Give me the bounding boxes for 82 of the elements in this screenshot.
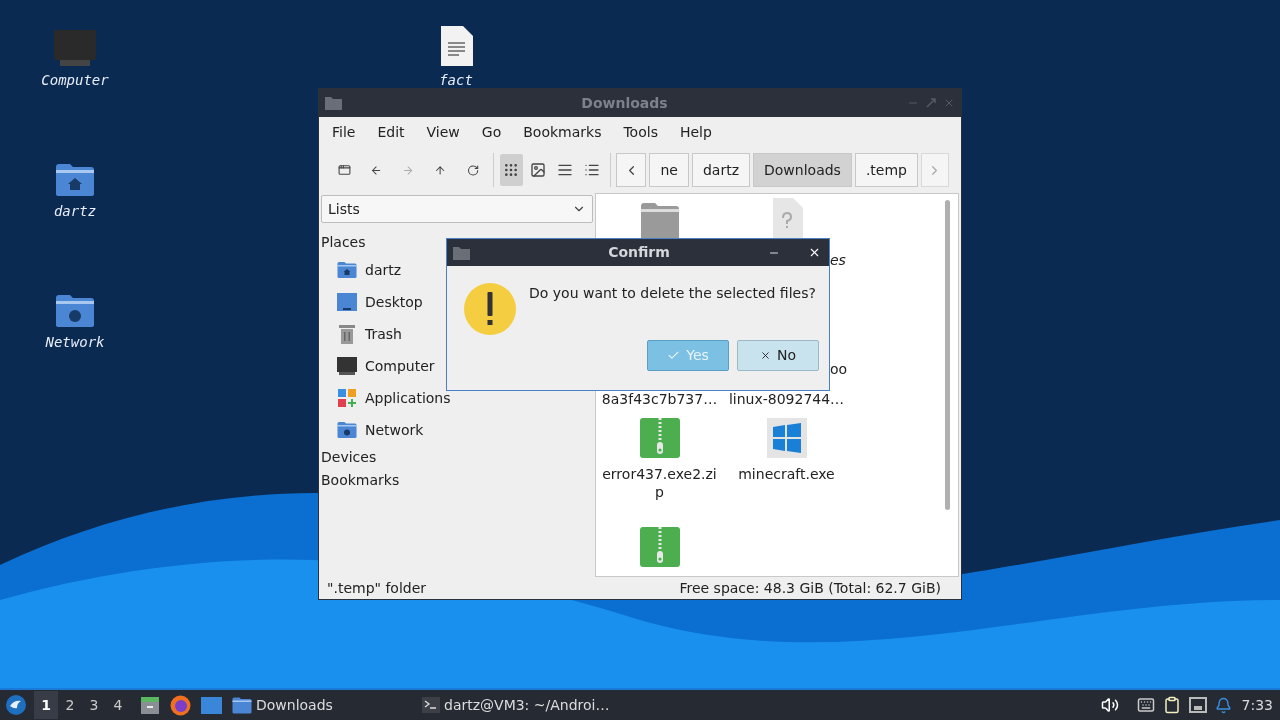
zip-archive-icon [639, 527, 680, 567]
menu-item[interactable]: File [321, 121, 367, 143]
close-icon [943, 97, 955, 109]
network-folder-icon [337, 421, 357, 439]
path-button[interactable]: dartz [691, 153, 750, 187]
place-item[interactable]: dartz [321, 254, 406, 286]
workspace-button[interactable]: 2 [58, 691, 82, 719]
file-name[interactable]: error437.exe2.zip [600, 465, 719, 501]
path-button[interactable]: .temp [854, 153, 918, 187]
taskbar-window-button[interactable]: Downloads [232, 691, 422, 719]
trash-icon [338, 324, 356, 344]
windows-logo-icon [766, 418, 807, 458]
place-item[interactable]: Network [321, 414, 428, 446]
workspace-button[interactable]: 3 [82, 691, 106, 719]
folder-icon [325, 96, 342, 110]
menu-item[interactable]: Go [470, 121, 513, 143]
place-item[interactable]: Trash [321, 318, 406, 350]
lines-icon [557, 162, 574, 178]
check-icon [667, 349, 681, 362]
free-space-text: Free space: 48.3 GiB (Total: 62.7 GiB) [679, 578, 941, 598]
menu-item[interactable]: View [415, 121, 471, 143]
home-folder-icon [55, 163, 95, 197]
desktop-icon-label: fact [439, 72, 473, 88]
menu-item[interactable]: Edit [366, 121, 416, 143]
desktop-icon-label: dartz [53, 203, 97, 219]
place-item[interactable]: Computer [321, 350, 439, 382]
grid-icon [503, 162, 520, 178]
path-button[interactable]: ne [649, 153, 689, 187]
place-item[interactable]: Applications [321, 382, 455, 414]
dialog-message: Do you want to delete the selected files? [529, 284, 817, 303]
zip-archive-icon [639, 418, 680, 458]
clipboard-icon[interactable] [1162, 696, 1181, 714]
section-header[interactable]: Places [321, 231, 366, 254]
file-name: oo [830, 360, 848, 378]
folder-icon [639, 202, 680, 238]
section-header[interactable]: Devices [321, 446, 377, 469]
desktop-icon [337, 293, 357, 311]
network-wired-icon[interactable] [1188, 697, 1207, 713]
window-title: Downloads [580, 93, 669, 113]
file-name[interactable]: linux-8092744… [727, 390, 846, 408]
browser-icon[interactable] [170, 694, 191, 716]
place-item[interactable]: Desktop [321, 286, 427, 318]
notification-icon[interactable] [1214, 696, 1232, 714]
path-button[interactable]: Downloads [753, 153, 852, 187]
file-name[interactable]: minecraft.exe [727, 465, 846, 483]
clock[interactable]: 7:33 [1241, 694, 1273, 716]
document-icon [439, 26, 473, 66]
status-text: ".temp" folder [327, 578, 427, 598]
file-name: es [830, 251, 846, 269]
section-header[interactable]: Bookmarks [321, 469, 400, 492]
menu-item[interactable]: Help [668, 121, 723, 143]
desktop-icon-label: Network [45, 334, 105, 350]
no-button[interactable]: No [737, 340, 819, 371]
taskbar-window-button[interactable]: dartz@VM3: ~/Androi… [422, 691, 622, 719]
close-icon[interactable] [808, 246, 821, 259]
home-folder-icon [337, 261, 357, 279]
workspace-button[interactable]: 4 [106, 691, 130, 719]
menu-item[interactable]: Bookmarks [512, 121, 613, 143]
warning-icon [463, 282, 517, 336]
applications-icon [338, 389, 356, 407]
image-icon [530, 162, 547, 178]
file-name[interactable]: 8a3f43c7b737… [600, 390, 719, 408]
folder-icon [232, 696, 252, 714]
monitor-icon [337, 357, 357, 375]
file-cabinet-icon[interactable] [140, 695, 160, 715]
dialog-title: Confirm [607, 243, 671, 262]
folder-icon [453, 245, 470, 260]
desktop-icon-label: Computer [41, 72, 109, 88]
window-icon[interactable] [201, 696, 222, 714]
network-folder-icon [55, 294, 95, 328]
workspace-button[interactable]: 1 [34, 691, 58, 719]
terminal-icon [422, 697, 440, 713]
start-menu-icon[interactable] [5, 694, 27, 716]
x-icon [759, 350, 771, 361]
keyboard-icon[interactable] [1136, 696, 1155, 714]
monitor-icon [54, 30, 96, 66]
view-mode-button[interactable] [499, 154, 523, 186]
volume-icon[interactable] [1100, 696, 1119, 714]
list-icon [584, 162, 601, 178]
maximize-icon [925, 97, 937, 109]
side-pane-dropdown[interactable]: Lists [321, 195, 593, 223]
menu-item[interactable]: Tools [612, 121, 669, 143]
